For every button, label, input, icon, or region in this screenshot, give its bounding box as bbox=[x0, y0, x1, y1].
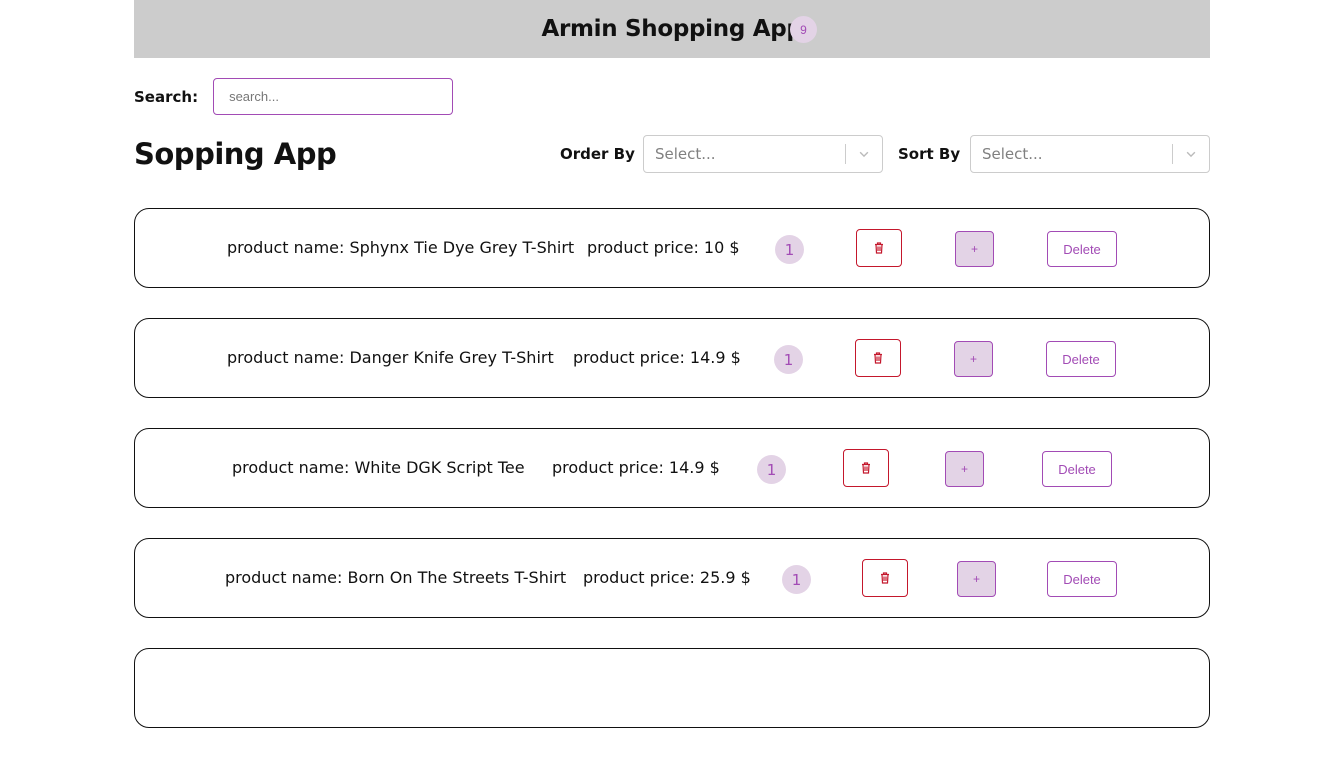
product-card: product name: Born On The Streets T-Shir… bbox=[134, 538, 1210, 618]
search-input[interactable] bbox=[213, 78, 454, 115]
delete-button[interactable]: Delete bbox=[1046, 341, 1116, 377]
delete-button[interactable]: Delete bbox=[1042, 451, 1112, 487]
remove-one-button[interactable] bbox=[843, 449, 889, 487]
app-header: Armin Shopping App 9 bbox=[134, 0, 1210, 58]
add-one-button[interactable]: + bbox=[957, 561, 996, 597]
remove-one-button[interactable] bbox=[856, 229, 902, 267]
search-label: Search: bbox=[134, 87, 199, 106]
product-card: product name: Sphynx Tie Dye Grey T-Shir… bbox=[134, 208, 1210, 288]
title-row: Sopping App Order By Select... Sort By S… bbox=[134, 135, 1210, 173]
product-name: product name: White DGK Script Tee bbox=[232, 458, 525, 477]
quantity-badge: 1 bbox=[757, 455, 786, 484]
product-price: product price: 14.9 $ bbox=[573, 348, 741, 367]
order-by-select[interactable]: Select... bbox=[643, 135, 883, 173]
add-one-button[interactable]: + bbox=[954, 341, 993, 377]
trash-icon bbox=[862, 462, 870, 474]
app-title: Armin Shopping App bbox=[541, 16, 803, 42]
product-card bbox=[134, 648, 1210, 728]
product-name: product name: Sphynx Tie Dye Grey T-Shir… bbox=[227, 238, 575, 257]
cart-count-badge: 9 bbox=[790, 16, 817, 43]
remove-one-button[interactable] bbox=[862, 559, 908, 597]
product-price: product price: 14.9 $ bbox=[552, 458, 720, 477]
quantity-badge: 1 bbox=[774, 345, 803, 374]
product-name: product name: Danger Knife Grey T-Shirt bbox=[227, 348, 554, 367]
chevron-down-icon[interactable] bbox=[1173, 136, 1209, 172]
product-name: product name: Born On The Streets T-Shir… bbox=[225, 568, 567, 587]
sort-by-select[interactable]: Select... bbox=[970, 135, 1210, 173]
page-title: Sopping App bbox=[134, 137, 337, 171]
search-bar: Search: bbox=[134, 78, 454, 115]
order-by-value: Select... bbox=[655, 145, 716, 163]
remove-one-button[interactable] bbox=[855, 339, 901, 377]
app-container: Armin Shopping App 9 Search: Sopping App… bbox=[134, 0, 1210, 728]
delete-button[interactable]: Delete bbox=[1047, 561, 1117, 597]
chevron-down-icon[interactable] bbox=[846, 136, 882, 172]
product-list: product name: Sphynx Tie Dye Grey T-Shir… bbox=[134, 208, 1210, 758]
product-price: product price: 25.9 $ bbox=[583, 568, 751, 587]
add-one-button[interactable]: + bbox=[955, 231, 994, 267]
product-card: product name: Danger Knife Grey T-Shirt … bbox=[134, 318, 1210, 398]
trash-icon bbox=[875, 242, 883, 254]
order-by-label: Order By bbox=[560, 145, 635, 163]
add-one-button[interactable]: + bbox=[945, 451, 984, 487]
trash-icon bbox=[874, 352, 882, 364]
delete-button[interactable]: Delete bbox=[1047, 231, 1117, 267]
sort-by-value: Select... bbox=[982, 145, 1043, 163]
quantity-badge: 1 bbox=[775, 235, 804, 264]
product-card: product name: White DGK Script Tee produ… bbox=[134, 428, 1210, 508]
quantity-badge: 1 bbox=[782, 565, 811, 594]
trash-icon bbox=[881, 572, 889, 584]
product-price: product price: 10 $ bbox=[587, 238, 740, 257]
sort-by-label: Sort By bbox=[898, 145, 961, 163]
